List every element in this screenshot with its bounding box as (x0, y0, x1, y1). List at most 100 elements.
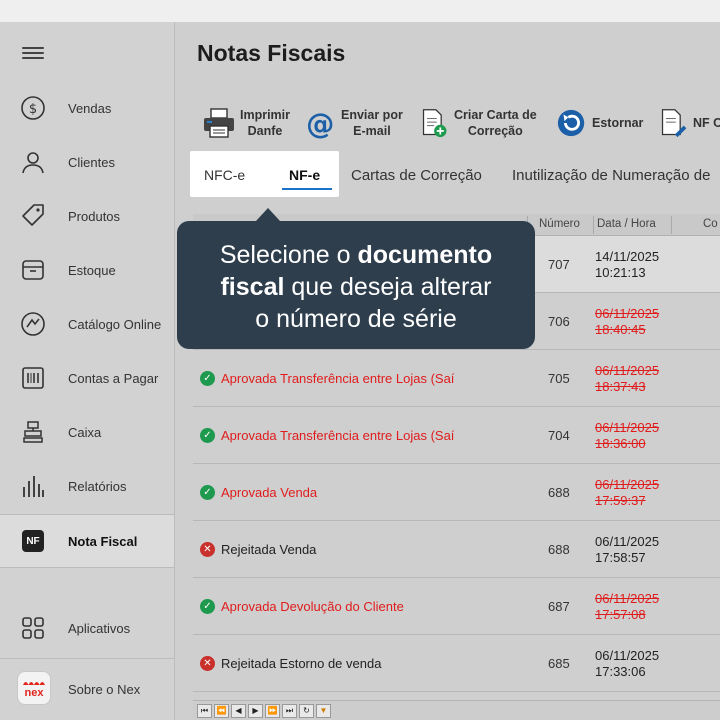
sidebar-item-label: Sobre o Nex (68, 681, 141, 697)
error-circle-icon: ✕ (200, 542, 215, 557)
next-page-icon[interactable]: ▶ (248, 704, 263, 718)
first-page-icon[interactable]: ⏮ (197, 704, 212, 718)
nex-logo-text: nex (24, 687, 44, 699)
row-numero: 685 (548, 656, 570, 671)
row-datetime: 06/11/2025 17:57:08 (595, 591, 660, 622)
row-numero: 688 (548, 542, 570, 557)
table-row[interactable]: ✓ Aprovada Transferência entre Lojas (Sa… (193, 350, 720, 407)
carta-line1: Criar Carta de (454, 108, 537, 122)
row-status: Rejeitada Estorno de venda (221, 656, 382, 671)
undo-circle-icon (557, 109, 585, 137)
sidebar-item-label: Clientes (68, 154, 115, 170)
table-row[interactable]: ✓ Aprovada Devolução do Cliente 687 06/1… (193, 578, 720, 635)
column-header-extra[interactable]: Co (703, 218, 718, 230)
at-sign-icon: @ (307, 108, 334, 140)
sidebar-item-sobre-o-nex[interactable]: nex Sobre o Nex (0, 662, 174, 716)
enviar-line1: Enviar por (341, 108, 403, 122)
sidebar-item-estoque[interactable]: Estoque (0, 243, 174, 297)
document-add-icon (422, 109, 447, 138)
row-datetime: 06/11/2025 18:37:43 (595, 363, 660, 394)
nex-logo-mark (23, 682, 45, 685)
check-circle-icon: ✓ (200, 599, 215, 614)
refresh-icon[interactable]: ↻ (299, 704, 314, 718)
row-datetime: 06/11/2025 17:58:57 (595, 534, 660, 565)
sidebar-item-relatorios[interactable]: Relatórios (0, 459, 174, 513)
table-row[interactable]: ✓ Aprovada Venda 688 06/11/2025 17:59:37 (193, 464, 720, 521)
row-status: Aprovada Devolução do Cliente (221, 599, 404, 614)
sidebar-item-caixa[interactable]: Caixa (0, 405, 174, 459)
tag-icon (22, 204, 44, 226)
sidebar-item-label: Estoque (68, 262, 116, 278)
imprimir-line2: Danfe (247, 124, 283, 138)
sidebar-item-label: Relatórios (68, 478, 127, 494)
sidebar-item-label: Aplicativos (68, 620, 131, 636)
bar-chart-icon (23, 476, 44, 497)
row-datetime: 06/11/2025 18:36:00 (595, 420, 660, 451)
estornar-label: Estornar (592, 116, 644, 130)
tab-active-underline (282, 188, 332, 190)
sidebar-item-nota-fiscal[interactable]: NF Nota Fiscal (0, 514, 174, 568)
carta-line2: Correção (467, 124, 523, 138)
sidebar-item-contas-a-pagar[interactable]: Contas a Pagar (0, 351, 174, 405)
next-fast-icon[interactable]: ⏩ (265, 704, 280, 718)
table-row[interactable]: ✓ Aprovada Transferência entre Lojas (Sa… (193, 407, 720, 464)
prev-page-icon[interactable]: ◀ (231, 704, 246, 718)
svg-text:@: @ (307, 108, 334, 140)
nex-logo-icon: nex (17, 671, 51, 705)
nf-icon: NF (22, 530, 44, 552)
criar-carta-correcao-button[interactable]: Criar Carta de Correção (420, 104, 537, 142)
row-numero: 688 (548, 485, 570, 500)
document-pin-icon (661, 109, 687, 138)
gauge-icon (21, 312, 45, 336)
table-pager: ⏮ ⏪ ◀ ▶ ⏩ ⏭ ↻ ▼ (193, 700, 720, 720)
row-datetime: 06/11/2025 17:33:06 (595, 648, 660, 679)
svg-text:$: $ (29, 102, 37, 117)
barcode-icon (22, 367, 44, 389)
sidebar-item-produtos[interactable]: Produtos (0, 189, 174, 243)
tab-inutilizacao[interactable]: Inutilização de Numeração de (512, 167, 710, 184)
sidebar-item-catalogo-online[interactable]: Catálogo Online (0, 297, 174, 351)
hamburger-menu-icon[interactable] (22, 44, 44, 62)
sidebar-item-aplicativos[interactable]: Aplicativos (0, 601, 174, 655)
page-title: Notas Fiscais (197, 40, 346, 66)
filter-icon[interactable]: ▼ (316, 704, 331, 718)
check-circle-icon: ✓ (200, 371, 215, 386)
sidebar-item-label: Caixa (68, 424, 102, 440)
column-header-data-hora[interactable]: Data / Hora (597, 218, 656, 230)
enviar-email-button[interactable]: @ Enviar por E-mail (307, 104, 403, 142)
user-icon (22, 152, 44, 174)
column-header-numero[interactable]: Número (539, 218, 580, 230)
check-circle-icon: ✓ (200, 485, 215, 500)
row-status: Aprovada Venda (221, 485, 318, 500)
printer-icon (204, 108, 234, 138)
nfc-label: NF C (693, 116, 720, 130)
table-row[interactable]: ✕ Rejeitada Estorno de venda 685 06/11/2… (193, 635, 720, 692)
prev-fast-icon[interactable]: ⏪ (214, 704, 229, 718)
dollar-circle-icon: $ (21, 96, 45, 120)
sidebar: $ Vendas Clientes Produtos Estoque Catál… (0, 22, 175, 720)
last-page-icon[interactable]: ⏭ (282, 704, 297, 718)
sidebar-divider (0, 658, 174, 659)
row-datetime: 06/11/2025 17:59:37 (595, 477, 660, 508)
tab-cartas-de-correcao[interactable]: Cartas de Correção (351, 167, 482, 184)
sidebar-item-label: Contas a Pagar (68, 370, 159, 386)
imprimir-line1: Imprimir (240, 108, 291, 122)
nf-consulta-button[interactable]: NF C (659, 104, 720, 142)
error-circle-icon: ✕ (200, 656, 215, 671)
tab-nf-e[interactable]: NF-e (289, 167, 320, 183)
tab-nfc-e[interactable]: NFC-e (204, 167, 245, 183)
row-numero: 704 (548, 428, 570, 443)
sidebar-item-label: Nota Fiscal (68, 533, 138, 549)
row-numero: 707 (548, 257, 570, 272)
onboarding-tooltip: Selecione o documento fiscal que deseja … (177, 221, 535, 349)
row-datetime: 14/11/2025 10:21:13 (595, 249, 660, 280)
row-numero: 706 (548, 314, 570, 329)
row-numero: 687 (548, 599, 570, 614)
estornar-button[interactable]: Estornar (556, 104, 643, 142)
table-row[interactable]: ✕ Rejeitada Venda 688 06/11/2025 17:58:57 (193, 521, 720, 578)
apps-grid-icon (22, 617, 44, 639)
tooltip-arrow (256, 208, 280, 221)
imprimir-danfe-button[interactable]: Imprimir Danfe (202, 104, 290, 142)
sidebar-item-clientes[interactable]: Clientes (0, 135, 174, 189)
sidebar-item-vendas[interactable]: $ Vendas (0, 81, 174, 135)
